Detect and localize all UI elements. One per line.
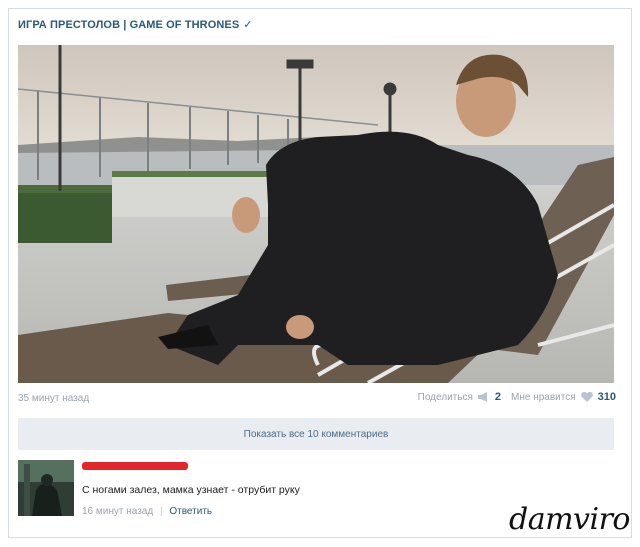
show-all-comments-label: Показать все 10 комментариев [243,428,389,440]
show-all-comments-button[interactable]: Показать все 10 комментариев [18,418,614,450]
post-timestamp[interactable]: 35 минут назад [18,393,89,404]
comment-timestamp[interactable]: 16 минут назад [82,506,153,517]
post-header[interactable]: ИГРА ПРЕСТОЛОВ | GAME OF THRONES ✓ [18,18,253,32]
like-count: 310 [597,391,616,403]
redacted-author-name [82,462,188,470]
watermark: damviro [509,502,630,537]
megaphone-icon [477,391,491,403]
avatar[interactable] [18,460,74,516]
reply-link[interactable]: Ответить [169,506,212,517]
like-label: Мне нравится [511,391,576,403]
like-button[interactable]: Мне нравится 310 [511,391,616,403]
meta-separator: | [159,506,163,517]
share-button[interactable]: Поделиться 2 [418,391,501,403]
share-count: 2 [494,391,502,403]
comment-meta: 16 минут назад | Ответить [82,506,212,517]
post-author[interactable]: ИГРА ПРЕСТОЛОВ | GAME OF THRONES [18,19,239,31]
comment-text: С ногами залез, мамка узнает - отрубит р… [82,484,300,496]
share-label: Поделиться [417,391,473,403]
checkmark-icon: ✓ [243,19,253,31]
photo-illustration [18,45,614,383]
post-actions: Поделиться 2 Мне нравится 310 [418,391,616,403]
post-photo[interactable] [18,45,614,383]
heart-icon [580,391,594,403]
